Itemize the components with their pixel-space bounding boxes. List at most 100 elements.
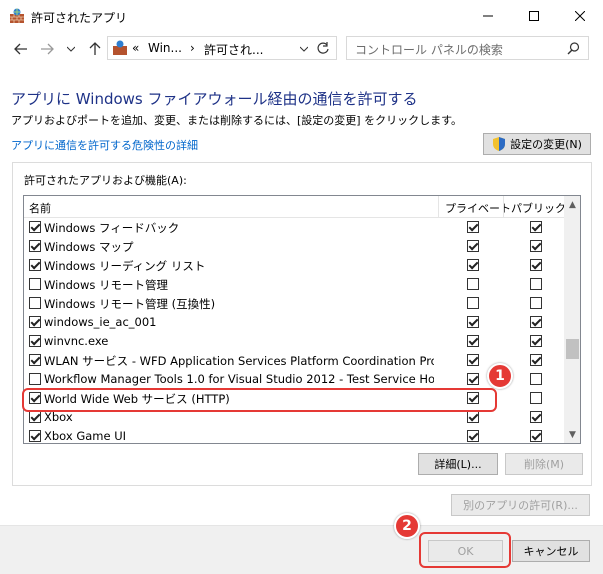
back-arrow-icon — [14, 43, 27, 55]
public-checkbox[interactable] — [530, 392, 542, 404]
enable-checkbox[interactable] — [29, 240, 41, 252]
enable-checkbox[interactable] — [29, 221, 41, 233]
up-button[interactable] — [86, 39, 104, 59]
change-settings-label: 設定の変更(N) — [510, 138, 582, 151]
app-name: Windows フィードバック — [44, 221, 180, 235]
private-checkbox[interactable] — [467, 297, 479, 309]
column-name[interactable]: 名前 — [29, 200, 51, 216]
public-checkbox[interactable] — [530, 411, 542, 423]
minimize-button[interactable] — [465, 0, 511, 32]
private-checkbox[interactable] — [467, 411, 479, 423]
table-row[interactable]: Windows マップ — [24, 237, 564, 256]
public-checkbox[interactable] — [530, 430, 542, 442]
remove-button[interactable]: 削除(M) — [505, 453, 583, 475]
table-row[interactable]: Windows フィードバック — [24, 218, 564, 237]
private-checkbox[interactable] — [467, 430, 479, 442]
private-checkbox[interactable] — [467, 373, 479, 385]
title-bar: 許可されたアプリ — [0, 0, 603, 32]
firewall-icon — [113, 40, 127, 55]
app-name: Xbox — [44, 410, 73, 424]
app-name: Windows マップ — [44, 240, 134, 254]
minimize-icon — [483, 15, 493, 17]
table-row[interactable]: winvnc.exe — [24, 332, 564, 351]
close-button[interactable] — [557, 0, 603, 32]
enable-checkbox[interactable] — [29, 278, 41, 290]
search-input[interactable]: コントロール パネルの検索 — [355, 41, 503, 58]
table-row[interactable]: Windows リモート管理 (互換性) — [24, 294, 564, 313]
callout-badge-1: 1 — [487, 363, 513, 389]
allow-another-app-button[interactable]: 別のアプリの許可(R)... — [451, 494, 590, 516]
enable-checkbox[interactable] — [29, 335, 41, 347]
public-checkbox[interactable] — [530, 316, 542, 328]
private-checkbox[interactable] — [467, 278, 479, 290]
app-name: Xbox Game UI — [44, 429, 127, 443]
scroll-down-icon[interactable]: ▼ — [564, 426, 580, 443]
private-checkbox[interactable] — [467, 316, 479, 328]
breadcrumb-windows[interactable]: Win... — [148, 41, 182, 55]
table-row[interactable]: windows_ie_ac_001 — [24, 313, 564, 332]
chevron-down-icon — [67, 46, 75, 52]
app-name: Windows リモート管理 — [44, 278, 168, 292]
table-row[interactable]: Windows リモート管理 — [24, 275, 564, 294]
public-checkbox[interactable] — [530, 297, 542, 309]
private-checkbox[interactable] — [467, 240, 479, 252]
scroll-up-icon[interactable]: ▲ — [564, 196, 580, 213]
highlight-box-http — [22, 388, 497, 412]
public-checkbox[interactable] — [530, 335, 542, 347]
page-description: アプリおよびポートを追加、変更、または削除するには、[設定の変更] をクリックし… — [11, 114, 462, 127]
maximize-button[interactable] — [511, 0, 557, 32]
enable-checkbox[interactable] — [29, 297, 41, 309]
risk-details-link[interactable]: アプリに通信を許可する危険性の詳細 — [11, 137, 198, 153]
enable-checkbox[interactable] — [29, 354, 41, 366]
chevron-down-icon[interactable] — [300, 46, 308, 52]
column-private[interactable]: プライベート — [445, 200, 511, 216]
vertical-scrollbar[interactable]: ▲ ▼ — [564, 196, 580, 443]
enable-checkbox[interactable] — [29, 411, 41, 423]
refresh-icon[interactable] — [316, 41, 330, 55]
public-checkbox[interactable] — [530, 259, 542, 271]
enable-checkbox[interactable] — [29, 259, 41, 271]
breadcrumb-allowed-apps[interactable]: 許可され... — [204, 41, 263, 58]
app-name: Windows リーディング リスト — [44, 259, 206, 273]
column-divider[interactable] — [503, 196, 504, 218]
change-settings-button[interactable]: 設定の変更(N) — [483, 133, 591, 155]
table-row[interactable]: Windows リーディング リスト — [24, 256, 564, 275]
history-dropdown-button[interactable] — [62, 39, 80, 59]
private-checkbox[interactable] — [467, 259, 479, 271]
breadcrumb-separator: › — [190, 41, 195, 55]
back-button[interactable] — [12, 39, 30, 59]
enable-checkbox[interactable] — [29, 373, 41, 385]
enable-checkbox[interactable] — [29, 316, 41, 328]
app-name: windows_ie_ac_001 — [44, 315, 157, 329]
public-checkbox[interactable] — [530, 373, 542, 385]
column-divider[interactable] — [438, 196, 439, 218]
public-checkbox[interactable] — [530, 354, 542, 366]
maximize-icon — [529, 11, 539, 21]
scroll-thumb[interactable] — [566, 339, 579, 359]
details-button[interactable]: 詳細(L)... — [418, 453, 498, 475]
page-title: アプリに Windows ファイアウォール経由の通信を許可する — [11, 90, 418, 108]
public-checkbox[interactable] — [530, 240, 542, 252]
cancel-button[interactable]: キャンセル — [512, 540, 590, 562]
shield-icon — [493, 137, 506, 151]
search-icon[interactable] — [567, 42, 580, 55]
firewall-icon — [10, 8, 24, 23]
forward-button[interactable] — [38, 39, 56, 59]
search-box[interactable]: コントロール パネルの検索 — [346, 36, 589, 60]
app-name: Windows リモート管理 (互換性) — [44, 297, 216, 311]
private-checkbox[interactable] — [467, 221, 479, 233]
table-row[interactable]: Workflow Manager Tools 1.0 for Visual St… — [24, 370, 564, 389]
list-header: 名前 プライベート パブリック — [24, 196, 566, 218]
column-public[interactable]: パブリック — [511, 200, 566, 216]
private-checkbox[interactable] — [467, 335, 479, 347]
private-checkbox[interactable] — [467, 354, 479, 366]
address-bar[interactable]: « Win... › 許可され... — [107, 36, 337, 60]
table-row[interactable]: WLAN サービス - WFD Application Services Pla… — [24, 351, 564, 370]
table-row[interactable]: Xbox Game UI — [24, 427, 564, 443]
enable-checkbox[interactable] — [29, 430, 41, 442]
highlight-box-ok — [419, 532, 511, 568]
public-checkbox[interactable] — [530, 221, 542, 233]
breadcrumb-overflow[interactable]: « — [132, 41, 139, 55]
app-name: WLAN サービス - WFD Application Services Pla… — [44, 354, 434, 368]
public-checkbox[interactable] — [530, 278, 542, 290]
